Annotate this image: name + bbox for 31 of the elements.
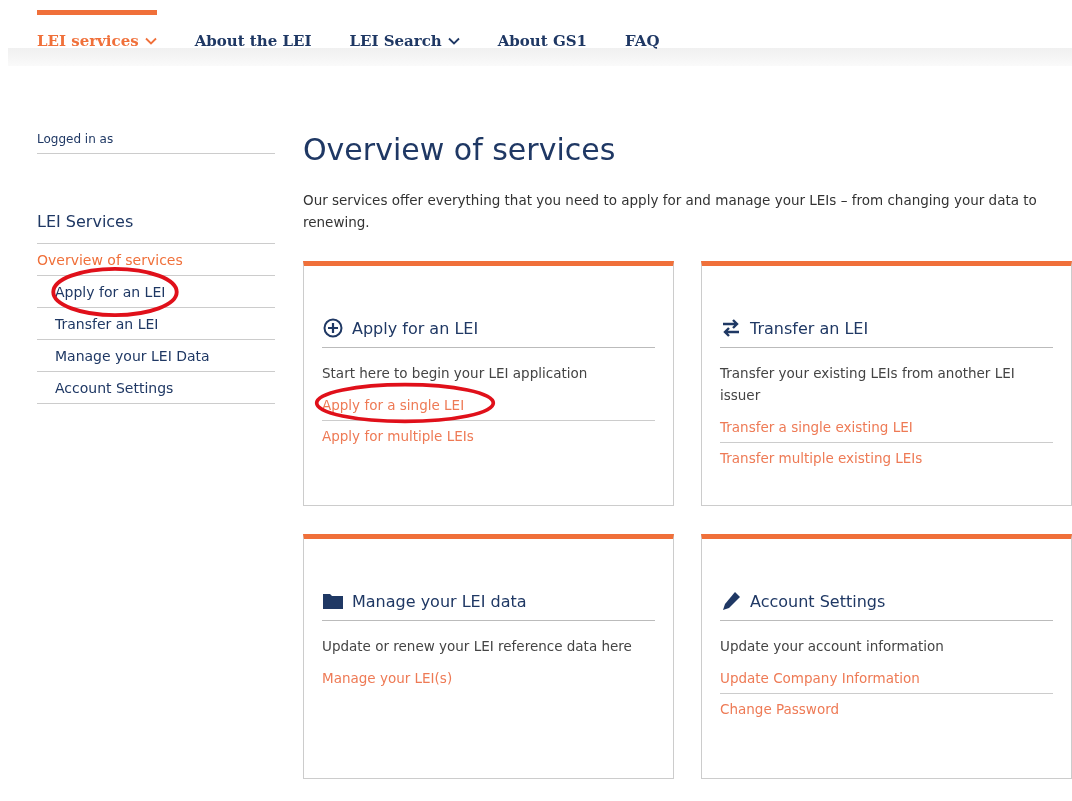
card-title: Manage your LEI data [352,591,527,611]
plus-circle-icon [322,318,344,338]
card-link[interactable]: Transfer a single existing LEI [720,419,913,435]
nav-link[interactable]: About GS1 [497,10,587,51]
card-description: Update or renew your LEI reference data here [322,637,633,656]
card-description: Transfer your existing LEIs from another LEI issuer [720,364,1016,405]
folder-icon [322,591,344,611]
sidebar-item[interactable]: Apply for an LEI [37,283,166,300]
card-title: Account Settings [750,591,886,611]
page-title: Overview of services [303,132,617,167]
card-link[interactable]: Manage your LEI(s) [322,670,453,686]
nav-link[interactable]: About the LEI [194,10,312,51]
nav-link[interactable]: FAQ [625,10,660,51]
card-link[interactable]: Apply for multiple LEIs [322,428,474,444]
card-description: Update your account information [720,637,945,656]
nav-link[interactable]: LEI Search [349,10,460,51]
sidebar-item[interactable]: Transfer an LEI [37,315,159,332]
card-title: Transfer an LEI [750,318,869,338]
card-title: Apply for an LEI [352,318,479,338]
swap-arrows-icon [720,318,742,338]
sidebar-heading: LEI Services [37,212,275,244]
pencil-icon [720,591,742,611]
sidebar-item[interactable]: Manage your LEI Data [37,347,210,364]
card-link[interactable]: Change Password [720,701,840,717]
sidebar-item[interactable]: Account Settings [37,379,174,396]
card-link[interactable]: Transfer multiple existing LEIs [720,450,923,466]
card-description: Start here to begin your LEI application [322,364,589,383]
logged-in-label: Logged in as [37,132,275,154]
card-link[interactable]: Update Company Information [720,670,920,686]
intro-text: Our services offer everything that you need to apply for and manage your LEIs – from changing your data to renewing. [303,191,1038,232]
sidebar-item[interactable]: Overview of services [37,251,183,268]
